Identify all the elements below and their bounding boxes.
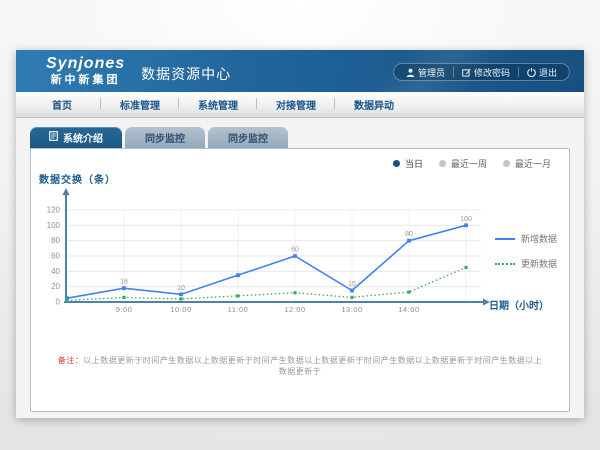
nav-item-data-change[interactable]: 数据异动 — [342, 97, 406, 112]
radio-dot-selected — [393, 160, 400, 167]
svg-text:12:00: 12:00 — [284, 305, 305, 314]
legend-item-new-data: 新增数据 — [495, 232, 557, 245]
tab-label: 同步监控 — [228, 130, 268, 145]
x-axis-title: 日期（小时） — [489, 297, 549, 312]
tab-sync-monitor-2[interactable]: 同步监控 — [208, 127, 288, 148]
brand-logo: Synjones 新中新集团 — [46, 56, 125, 86]
logout-button[interactable]: 退出 — [519, 64, 565, 80]
svg-text:80: 80 — [405, 231, 413, 238]
time-range-filter: 当日 最近一周 最近一月 — [393, 157, 551, 170]
y-axis-title: 数据交换（条） — [39, 171, 116, 186]
user-icon — [406, 68, 415, 77]
svg-text:18: 18 — [120, 279, 128, 286]
svg-text:40: 40 — [51, 267, 60, 276]
radio-dot — [439, 160, 446, 167]
legend-solid-line-icon — [495, 238, 515, 240]
svg-text:100: 100 — [460, 216, 472, 223]
edit-icon — [462, 68, 471, 77]
tab-system-intro[interactable]: 系统介绍 — [30, 127, 122, 148]
legend-label: 更新数据 — [521, 257, 557, 270]
nav-item-integration-mgmt[interactable]: 对接管理 — [264, 97, 328, 112]
chart-panel: 当日 最近一周 最近一月 数据交换（条） 0 20 40 60 80 100 120 9:00… — [30, 148, 570, 412]
main-nav: 首页 标准管理 系统管理 对接管理 数据异动 — [16, 92, 584, 118]
document-icon — [49, 131, 58, 144]
app-window: Synjones 新中新集团 数据资源中心 管理员 修改密码 — [16, 50, 584, 418]
tab-label: 系统介绍 — [63, 130, 103, 145]
user-menu: 管理员 修改密码 退出 — [393, 63, 570, 81]
svg-text:100: 100 — [47, 221, 61, 230]
footnote-prefix: 备注： — [58, 356, 84, 365]
radio-last-week[interactable]: 最近一周 — [439, 157, 487, 170]
admin-user-label: 管理员 — [418, 66, 445, 79]
change-password-label: 修改密码 — [474, 66, 510, 79]
svg-text:60: 60 — [291, 247, 299, 254]
footnote-text: 以上数据更新于时间产生数据以上数据更新于时间产生数据以上数据更新于时间产生数据以… — [83, 356, 542, 376]
nav-item-system-mgmt[interactable]: 系统管理 — [186, 97, 250, 112]
svg-text:120: 120 — [47, 206, 61, 215]
legend-dotted-line-icon — [495, 263, 515, 265]
brand-logo-text: Synjones — [46, 56, 125, 72]
radio-today[interactable]: 当日 — [393, 157, 423, 170]
radio-label: 最近一周 — [451, 157, 487, 170]
radio-label: 当日 — [405, 157, 423, 170]
legend-label: 新增数据 — [521, 232, 557, 245]
chart-legend: 新增数据 更新数据 — [495, 232, 557, 270]
radio-label: 最近一月 — [515, 157, 551, 170]
svg-text:80: 80 — [51, 236, 60, 245]
radio-last-month[interactable]: 最近一月 — [503, 157, 551, 170]
svg-text:9:00: 9:00 — [116, 305, 133, 314]
svg-text:0: 0 — [56, 298, 61, 307]
svg-text:10:00: 10:00 — [170, 305, 191, 314]
tab-bar: 系统介绍 同步监控 同步监控 — [30, 127, 288, 148]
power-icon — [527, 68, 536, 77]
page: { "window": { "logo_primary": "Synjones"… — [0, 0, 600, 450]
svg-text:10: 10 — [177, 285, 185, 292]
svg-text:11:00: 11:00 — [228, 305, 249, 314]
nav-item-standard-mgmt[interactable]: 标准管理 — [108, 97, 172, 112]
legend-item-updated-data: 更新数据 — [495, 257, 557, 270]
tab-sync-monitor-1[interactable]: 同步监控 — [125, 127, 205, 148]
page-title: 数据资源中心 — [141, 64, 231, 84]
svg-text:15: 15 — [348, 281, 356, 288]
radio-dot — [503, 160, 510, 167]
brand-logo-subtext: 新中新集团 — [46, 75, 125, 86]
app-header: Synjones 新中新集团 数据资源中心 管理员 修改密码 — [16, 50, 584, 92]
admin-user-button[interactable]: 管理员 — [398, 64, 453, 80]
svg-text:60: 60 — [51, 252, 60, 261]
svg-text:20: 20 — [51, 282, 60, 291]
change-password-button[interactable]: 修改密码 — [454, 64, 518, 80]
logout-label: 退出 — [539, 66, 557, 79]
tab-label: 同步监控 — [145, 130, 185, 145]
footnote: 备注：以上数据更新于时间产生数据以上数据更新于时间产生数据以上数据更新于时间产生… — [31, 355, 569, 377]
svg-text:14:00: 14:00 — [398, 305, 419, 314]
nav-item-home[interactable]: 首页 — [30, 97, 94, 112]
svg-text:13:00: 13:00 — [341, 305, 362, 314]
